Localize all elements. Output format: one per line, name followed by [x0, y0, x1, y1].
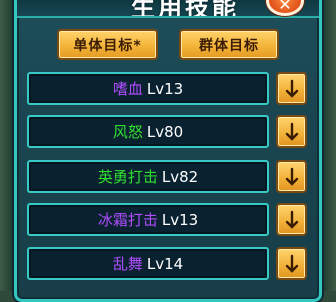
- move-down-button[interactable]: [276, 115, 307, 148]
- skill-level: Lv14: [146, 254, 184, 273]
- skill-row[interactable]: 乱舞 Lv14: [27, 247, 269, 280]
- arrow-down-icon: [285, 210, 298, 229]
- skill-level: Lv80: [146, 122, 184, 141]
- tab-single-target[interactable]: 单体目标*: [57, 29, 158, 60]
- skill-level: Lv13: [146, 79, 184, 98]
- skill-name: 冰霜打击: [97, 211, 158, 229]
- move-down-button[interactable]: [276, 160, 307, 193]
- move-down-button[interactable]: [276, 247, 307, 280]
- arrow-down-icon: [285, 122, 298, 141]
- tab-group-target[interactable]: 群体目标: [179, 29, 279, 60]
- move-down-button[interactable]: [276, 203, 307, 236]
- close-icon: ✕: [278, 0, 292, 14]
- arrow-down-icon: [285, 254, 298, 273]
- skill-name: 嗜血: [112, 80, 143, 98]
- skill-name: 乱舞: [112, 255, 143, 273]
- skill-row[interactable]: 英勇打击 Lv82: [27, 160, 269, 193]
- skill-name: 英勇打击: [97, 168, 158, 186]
- arrow-down-icon: [285, 79, 298, 98]
- skill-name: 风怒: [112, 123, 143, 141]
- skill-row[interactable]: 风怒 Lv80: [27, 115, 269, 148]
- skill-row[interactable]: 冰霜打击 Lv13: [27, 203, 269, 236]
- skill-level: Lv13: [161, 210, 199, 229]
- background-left-edge: [0, 0, 14, 291]
- skill-row[interactable]: 嗜血 Lv13: [27, 72, 269, 105]
- background-right-edge: [322, 0, 336, 291]
- move-down-button[interactable]: [276, 72, 307, 105]
- skill-level: Lv82: [161, 167, 199, 186]
- arrow-down-icon: [285, 167, 298, 186]
